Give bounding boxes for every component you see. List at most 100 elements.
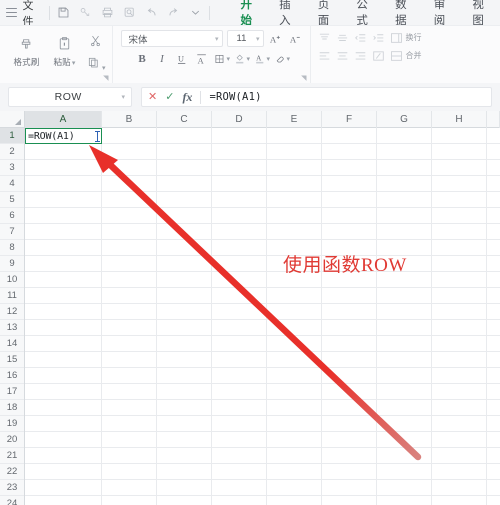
row-header-23[interactable]: 23	[0, 480, 24, 496]
row-header-10[interactable]: 10	[0, 272, 24, 288]
align-left-button[interactable]	[318, 49, 332, 62]
paste-button[interactable]: 粘贴▾	[48, 31, 81, 68]
merge-cells-label[interactable]: 合并	[406, 50, 422, 61]
row-header-24[interactable]: 24	[0, 496, 24, 505]
column-headers: A B C D E F G H	[0, 111, 500, 128]
chevron-down-icon[interactable]: ▾	[72, 60, 76, 67]
svg-text:A: A	[289, 34, 296, 44]
row-header-16[interactable]: 16	[0, 368, 24, 384]
chevron-down-icon[interactable]: ▾	[256, 35, 260, 43]
accept-formula-button[interactable]: ✓	[165, 91, 174, 103]
chevron-down-icon[interactable]: ▾	[287, 55, 291, 63]
bold-button[interactable]: B	[134, 51, 150, 66]
chevron-down-icon[interactable]: ▾	[247, 55, 251, 63]
chevron-down-icon[interactable]: ▾	[227, 55, 231, 63]
italic-button[interactable]: I	[154, 51, 170, 66]
font-dialog-launcher[interactable]: ◥	[301, 74, 306, 82]
formula-input[interactable]: =ROW(A1)	[209, 91, 485, 103]
chevron-down-icon[interactable]: ▾	[215, 35, 219, 43]
save-icon[interactable]	[57, 6, 70, 19]
select-all-corner[interactable]	[0, 111, 25, 128]
column-header-A[interactable]: A	[25, 111, 102, 128]
row-header-11[interactable]: 11	[0, 288, 24, 304]
divider	[200, 90, 202, 104]
format-painter-button[interactable]: 格式刷	[10, 31, 43, 68]
row-header-15[interactable]: 15	[0, 352, 24, 368]
row-header-13[interactable]: 13	[0, 320, 24, 336]
row-header-4[interactable]: 4	[0, 176, 24, 192]
underline-button[interactable]: U	[174, 51, 190, 66]
column-header-D[interactable]: D	[212, 111, 267, 128]
chevron-down-icon[interactable]: ▾	[102, 65, 106, 72]
wrap-text-label[interactable]: 换行	[406, 32, 422, 43]
row-header-2[interactable]: 2	[0, 144, 24, 160]
fill-color-icon[interactable]: ▾	[234, 51, 250, 66]
formula-input-wrapper[interactable]: ✕ ✓ fx =ROW(A1)	[141, 87, 492, 107]
font-name-select[interactable]: 宋体 ▾	[120, 30, 223, 47]
svg-text:A: A	[269, 34, 276, 44]
column-header-E[interactable]: E	[267, 111, 322, 128]
formula-bar: ROW ▾ ✕ ✓ fx =ROW(A1)	[0, 83, 500, 111]
print-preview-icon[interactable]	[123, 6, 136, 19]
clear-format-icon[interactable]: ▾	[274, 51, 290, 66]
row-header-12[interactable]: 12	[0, 304, 24, 320]
redo-icon[interactable]	[167, 6, 180, 19]
chevron-down-icon[interactable]: ▾	[267, 55, 271, 63]
name-box[interactable]: ROW ▾	[8, 87, 132, 107]
merge-cells-icon[interactable]	[390, 49, 404, 62]
svg-text:A: A	[198, 56, 204, 65]
menu-hamburger-icon[interactable]	[6, 8, 19, 17]
output-icon[interactable]	[79, 6, 92, 19]
column-header-H[interactable]: H	[432, 111, 487, 128]
borders-icon[interactable]: ▾	[214, 51, 230, 66]
cut-button[interactable]	[88, 33, 103, 53]
row-header-1[interactable]: 1	[0, 128, 24, 144]
text-rotation-button[interactable]	[372, 49, 386, 62]
active-cell-A1[interactable]: =ROW(A1)	[25, 128, 102, 144]
column-header-C[interactable]: C	[157, 111, 212, 128]
pinyin-guide-button[interactable]: A	[194, 51, 210, 66]
align-top-button[interactable]	[318, 31, 332, 44]
copy-icon[interactable]: ▾	[86, 55, 106, 75]
row-header-7[interactable]: 7	[0, 224, 24, 240]
row-header-14[interactable]: 14	[0, 336, 24, 352]
row-header-6[interactable]: 6	[0, 208, 24, 224]
align-right-button[interactable]	[354, 49, 368, 62]
chevron-down-icon[interactable]	[189, 6, 202, 19]
row-header-18[interactable]: 18	[0, 400, 24, 416]
row-header-17[interactable]: 17	[0, 384, 24, 400]
undo-icon[interactable]	[145, 6, 158, 19]
font-size-select[interactable]: 11 ▾	[226, 30, 264, 47]
grid-line-horizontal	[25, 399, 500, 400]
spreadsheet-grid: A B C D E F G H 1 2 3 4 5 6 7 8 9 10 11 12 13 14 15 16 1…	[0, 111, 500, 505]
increase-indent-button[interactable]	[372, 31, 386, 44]
cancel-formula-button[interactable]: ✕	[148, 91, 157, 103]
row-header-19[interactable]: 19	[0, 416, 24, 432]
row-header-3[interactable]: 3	[0, 160, 24, 176]
shrink-font-button[interactable]: A	[288, 31, 304, 46]
insert-function-icon[interactable]: fx	[182, 91, 192, 103]
grow-font-button[interactable]: A	[268, 31, 284, 46]
column-header-G[interactable]: G	[377, 111, 432, 128]
column-header-B[interactable]: B	[102, 111, 157, 128]
row-header-21[interactable]: 21	[0, 448, 24, 464]
active-cell-text: =ROW(A1)	[28, 130, 75, 142]
row-header-8[interactable]: 8	[0, 240, 24, 256]
chevron-down-icon[interactable]: ▾	[121, 93, 125, 101]
row-header-9[interactable]: 9	[0, 256, 24, 272]
wrap-text-icon[interactable]	[390, 31, 404, 44]
font-color-icon[interactable]: A ▾	[254, 51, 270, 66]
align-middle-button[interactable]	[336, 31, 350, 44]
row-header-5[interactable]: 5	[0, 192, 24, 208]
print-icon[interactable]	[101, 6, 114, 19]
align-center-button[interactable]	[336, 49, 350, 62]
decrease-indent-button[interactable]	[354, 31, 368, 44]
row-header-20[interactable]: 20	[0, 432, 24, 448]
cell-area[interactable]: =ROW(A1)	[25, 128, 500, 505]
ribbon-group-alignment: 换行 合并	[309, 26, 426, 84]
column-header-partial[interactable]	[487, 111, 500, 128]
row-header-22[interactable]: 22	[0, 464, 24, 480]
column-header-F[interactable]: F	[322, 111, 377, 128]
align-row-bottom: 合并	[318, 49, 422, 62]
clipboard-dialog-launcher[interactable]: ◥	[103, 74, 108, 82]
